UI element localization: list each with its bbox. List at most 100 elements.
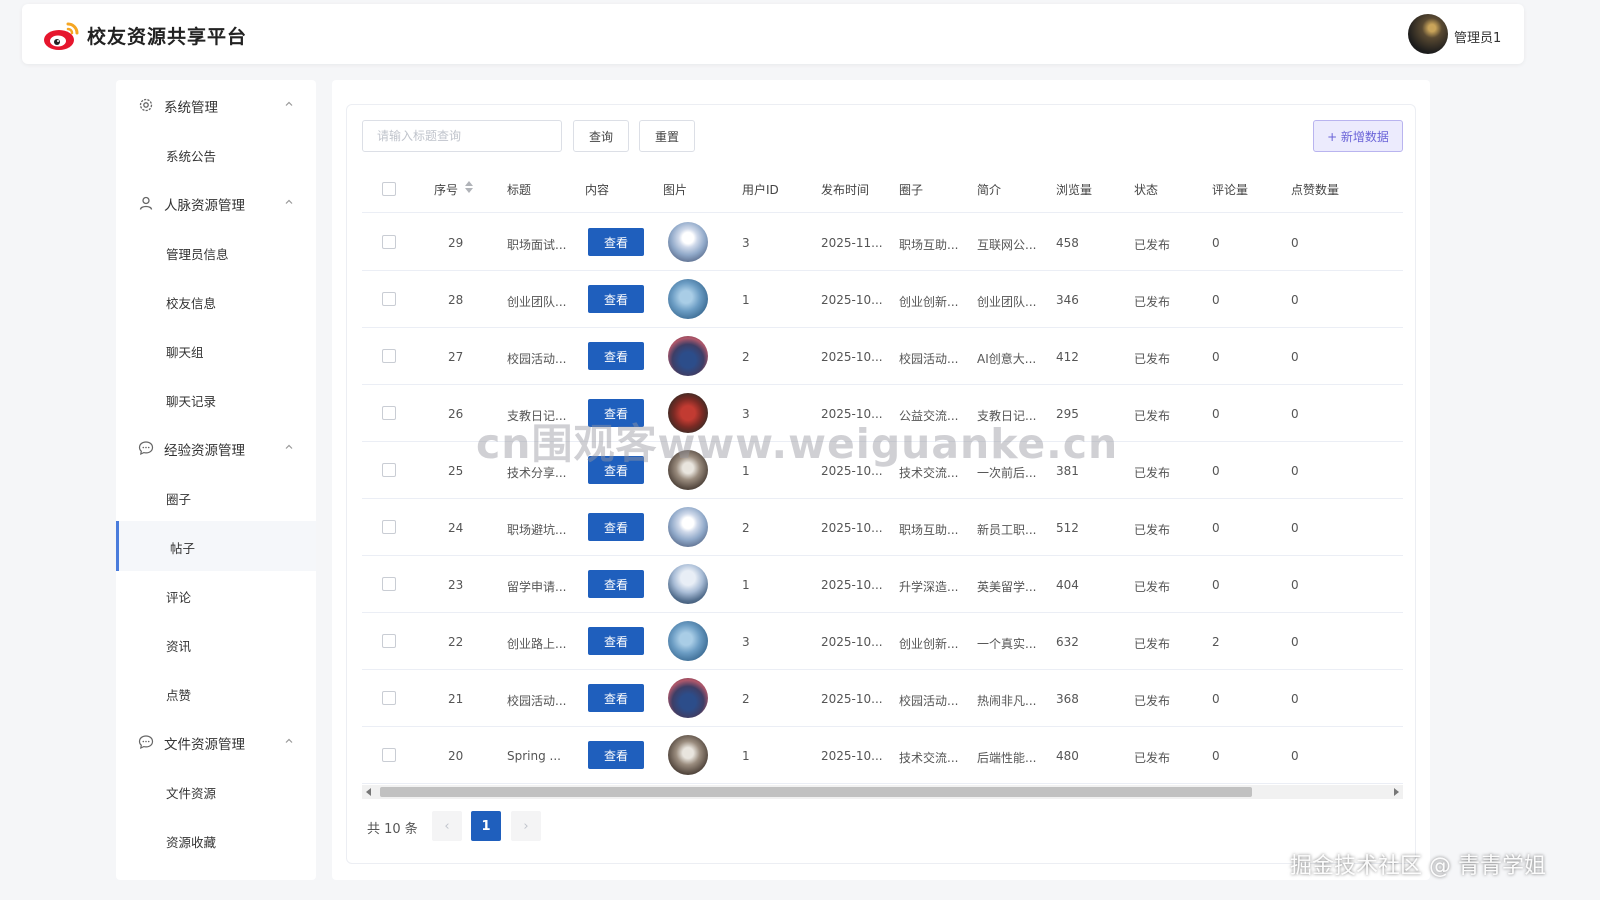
cell-intro: 英美留学... [977, 580, 1037, 594]
sidebar-item-likes[interactable]: 点赞 [116, 668, 316, 718]
cell-status: 已发布 [1134, 295, 1171, 309]
row-checkbox[interactable] [382, 520, 396, 534]
title-search-input[interactable] [362, 120, 562, 152]
sidebar-item-chat-group[interactable]: 聊天组 [116, 325, 316, 375]
view-content-button[interactable]: 查看 [588, 570, 644, 598]
column-header-views: 浏览量 [1056, 183, 1093, 197]
view-content-button[interactable]: 查看 [588, 741, 644, 769]
sidebar-item-news[interactable]: 资讯 [116, 619, 316, 669]
sidebar-item-comments[interactable]: 评论 [116, 570, 316, 620]
row-checkbox[interactable] [382, 406, 396, 420]
column-header-user-id: 用户ID [742, 183, 779, 197]
query-button[interactable]: 查询 [573, 120, 629, 152]
cell-id: 25 [448, 464, 464, 478]
sidebar-group-network[interactable]: 人脉资源管理 [116, 178, 316, 228]
user-icon [139, 196, 153, 210]
pagination-total: 共 10 条 [367, 822, 418, 837]
view-content-button[interactable]: 查看 [588, 285, 644, 313]
cell-title: Spring ... [507, 749, 561, 763]
user-avatar[interactable] [1408, 14, 1448, 54]
cell-views: 412 [1056, 350, 1079, 364]
sidebar-item-label: 资讯 [166, 639, 192, 654]
view-content-button[interactable]: 查看 [588, 627, 644, 655]
pagination-page-button[interactable]: 1 [471, 811, 501, 841]
sidebar-item-circle[interactable]: 圈子 [116, 472, 316, 522]
cell-title: 职场避坑... [507, 523, 567, 537]
cell-comments: 0 [1212, 236, 1220, 250]
cell-user-id: 2 [742, 692, 750, 706]
cell-id: 29 [448, 236, 464, 250]
post-image-thumbnail[interactable] [668, 222, 708, 262]
reset-button[interactable]: 重置 [639, 120, 695, 152]
row-checkbox[interactable] [382, 634, 396, 648]
post-image-thumbnail[interactable] [668, 507, 708, 547]
pagination-prev-button[interactable]: ‹ [432, 811, 462, 841]
cell-views: 512 [1056, 521, 1079, 535]
cell-title: 创业团队... [507, 295, 567, 309]
sidebar-item-posts[interactable]: 帖子 [116, 521, 316, 571]
sidebar-item-admin-info[interactable]: 管理员信息 [116, 227, 316, 277]
scroll-right-arrow-icon[interactable] [1394, 788, 1399, 796]
row-checkbox[interactable] [382, 292, 396, 306]
view-content-button[interactable]: 查看 [588, 684, 644, 712]
post-image-thumbnail[interactable] [668, 564, 708, 604]
cell-user-id: 1 [742, 749, 750, 763]
sidebar-item-alumni-info[interactable]: 校友信息 [116, 276, 316, 326]
table-row[interactable]: 20 Spring ... 1 2025-10... 技术交流... 后端性能... 480… [362, 727, 1403, 784]
table-row[interactable]: 21 校园活动... 2 2025-10... 校园活动... 热闹非凡... 368 已发布… [362, 670, 1403, 727]
view-content-button[interactable]: 查看 [588, 342, 644, 370]
sidebar-group-label: 系统管理 [164, 100, 218, 116]
sort-icon[interactable] [464, 179, 474, 195]
gear-icon [139, 98, 153, 112]
cell-likes: 0 [1291, 692, 1299, 706]
cell-id: 20 [448, 749, 464, 763]
post-image-thumbnail[interactable] [668, 279, 708, 319]
cell-views: 458 [1056, 236, 1079, 250]
view-content-button[interactable]: 查看 [588, 228, 644, 256]
scroll-left-arrow-icon[interactable] [366, 788, 371, 796]
user-name[interactable]: 管理员1 [1454, 27, 1501, 46]
sidebar-item-announcement[interactable]: 系统公告 [116, 129, 316, 179]
post-image-thumbnail[interactable] [668, 678, 708, 718]
column-header-id[interactable]: 序号 [434, 181, 458, 198]
column-header-label: 序号 [434, 183, 459, 197]
row-checkbox[interactable] [382, 463, 396, 477]
table-row[interactable]: 28 创业团队... 1 2025-10... 创业创新... 创业团队... 346 已发布… [362, 271, 1403, 328]
app-title: 校友资源共享平台 [87, 26, 248, 48]
sidebar-item-chat-records[interactable]: 聊天记录 [116, 374, 316, 424]
sidebar-item-resource-favorites[interactable]: 资源收藏 [116, 815, 316, 865]
horizontal-scrollbar[interactable] [362, 785, 1403, 799]
cell-views: 632 [1056, 635, 1079, 649]
row-checkbox[interactable] [382, 691, 396, 705]
sidebar-item-file-resources[interactable]: 文件资源 [116, 766, 316, 816]
table-row[interactable]: 24 职场避坑... 2 2025-10... 职场互助... 新员工职... 512 已发布… [362, 499, 1403, 556]
row-checkbox[interactable] [382, 349, 396, 363]
column-header-image: 图片 [663, 183, 688, 197]
post-image-thumbnail[interactable] [668, 735, 708, 775]
row-checkbox[interactable] [382, 577, 396, 591]
cell-intro: 热闹非凡... [977, 694, 1037, 708]
post-image-thumbnail[interactable] [668, 621, 708, 661]
select-all-checkbox[interactable] [382, 182, 396, 196]
sidebar-group-experience[interactable]: 经验资源管理 [116, 423, 316, 473]
cell-comments: 0 [1212, 578, 1220, 592]
table-row[interactable]: 22 创业路上... 3 2025-10... 创业创新... 一个真实... 632 已发布… [362, 613, 1403, 670]
row-checkbox[interactable] [382, 235, 396, 249]
table-row[interactable]: 27 校园活动... 2 2025-10... 校园活动... AI创意大... 412 已发… [362, 328, 1403, 385]
cell-intro: 新员工职... [977, 523, 1037, 537]
cell-circle: 职场互助... [899, 238, 959, 252]
table-row[interactable]: 23 留学申请... 1 2025-10... 升学深造... 英美留学... 404 已发布… [362, 556, 1403, 613]
table-row[interactable]: 29 职场面试... 3 2025-11... 职场互助... 互联网公... 458 已发布… [362, 214, 1403, 271]
cell-title: 校园活动... [507, 352, 567, 366]
sidebar-group-files[interactable]: 文件资源管理 [116, 717, 316, 767]
sidebar-group-system[interactable]: 系统管理 [116, 80, 316, 130]
scrollbar-thumb[interactable] [380, 787, 1252, 797]
cell-time: 2025-11... [821, 236, 883, 250]
top-header: 校友资源共享平台 管理员1 [22, 4, 1524, 64]
view-content-button[interactable]: 查看 [588, 513, 644, 541]
post-image-thumbnail[interactable] [668, 336, 708, 376]
cell-status: 已发布 [1134, 580, 1171, 594]
pagination-next-button[interactable]: › [511, 811, 541, 841]
add-data-button[interactable]: + 新增数据 [1313, 120, 1403, 152]
row-checkbox[interactable] [382, 748, 396, 762]
